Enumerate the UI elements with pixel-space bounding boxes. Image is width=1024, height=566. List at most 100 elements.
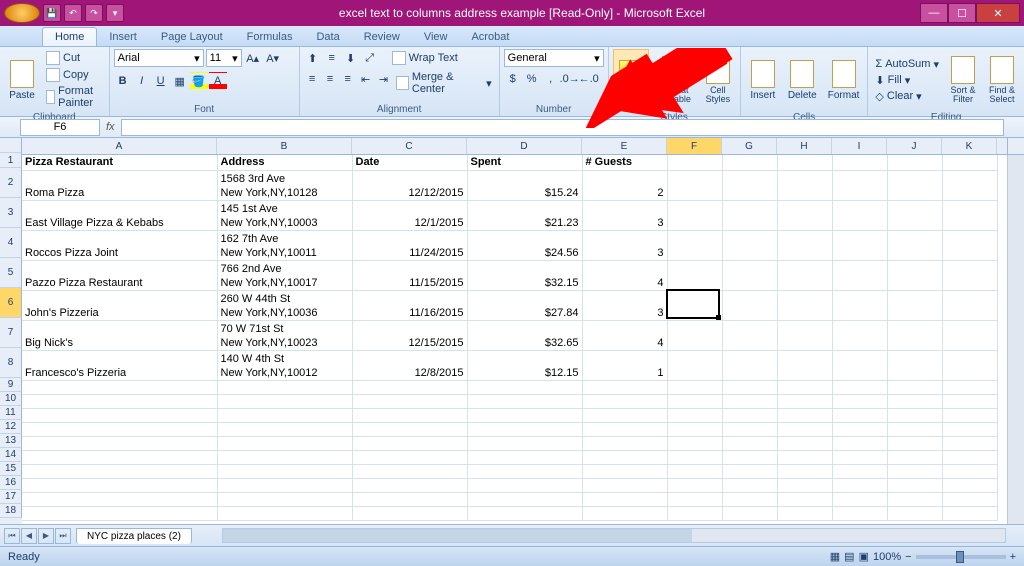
row-header-4[interactable]: 4: [0, 228, 22, 258]
cell[interactable]: [217, 450, 352, 464]
cell[interactable]: $27.84: [467, 290, 582, 320]
row-header-12[interactable]: 12: [0, 420, 22, 434]
cell[interactable]: [22, 492, 217, 506]
cell[interactable]: [667, 350, 722, 380]
cell[interactable]: [667, 394, 722, 408]
view-normal-icon[interactable]: ▦: [830, 550, 840, 563]
cell[interactable]: [722, 478, 777, 492]
cell[interactable]: [667, 170, 722, 200]
cell[interactable]: [777, 350, 832, 380]
cell[interactable]: 70 W 71st StNew York,NY,10023: [217, 320, 352, 350]
cell[interactable]: [722, 170, 777, 200]
row-header-8[interactable]: 8: [0, 348, 22, 378]
cell[interactable]: [887, 200, 942, 230]
cell[interactable]: 1568 3rd AveNew York,NY,10128: [217, 170, 352, 200]
select-all-corner[interactable]: [0, 138, 22, 153]
col-header-H[interactable]: H: [777, 138, 832, 154]
cell[interactable]: [777, 450, 832, 464]
cell[interactable]: [582, 380, 667, 394]
cell[interactable]: [722, 380, 777, 394]
cell[interactable]: [722, 408, 777, 422]
cell[interactable]: [217, 506, 352, 520]
cell[interactable]: [942, 290, 997, 320]
cell[interactable]: [667, 320, 722, 350]
tab-acrobat[interactable]: Acrobat: [459, 28, 521, 46]
cell[interactable]: [832, 408, 887, 422]
currency-button[interactable]: $: [504, 70, 522, 88]
autosum-button[interactable]: ΣAutoSum▾: [872, 57, 942, 72]
cell[interactable]: [217, 478, 352, 492]
cell[interactable]: [722, 260, 777, 290]
cell[interactable]: [217, 422, 352, 436]
split-corner[interactable]: [1007, 138, 1024, 155]
col-header-E[interactable]: E: [582, 138, 667, 154]
cell[interactable]: [722, 436, 777, 450]
align-right-button[interactable]: ≡: [339, 70, 356, 88]
minimize-button[interactable]: —: [920, 3, 948, 23]
cell[interactable]: [942, 200, 997, 230]
number-format-select[interactable]: General▾: [504, 49, 604, 67]
conditional-formatting-button[interactable]: C...: [613, 49, 649, 111]
cell[interactable]: [667, 155, 722, 170]
tab-nav-first[interactable]: ⏮: [4, 528, 20, 544]
cell[interactable]: John's Pizzeria: [22, 290, 217, 320]
tab-nav-last[interactable]: ⏭: [55, 528, 71, 544]
cell[interactable]: Pazzo Pizza Restaurant: [22, 260, 217, 290]
cell[interactable]: $24.56: [467, 230, 582, 260]
view-layout-icon[interactable]: ▤: [844, 550, 854, 563]
qat-undo-icon[interactable]: ↶: [64, 4, 82, 22]
cell[interactable]: [832, 200, 887, 230]
cell[interactable]: [22, 478, 217, 492]
cell[interactable]: [22, 422, 217, 436]
cell[interactable]: [832, 506, 887, 520]
cell[interactable]: [887, 506, 942, 520]
tab-nav-next[interactable]: ▶: [38, 528, 54, 544]
cell[interactable]: [777, 260, 832, 290]
cell[interactable]: [777, 155, 832, 170]
cell[interactable]: [887, 350, 942, 380]
cell[interactable]: [832, 478, 887, 492]
indent-inc-button[interactable]: ⇥: [375, 70, 392, 88]
row-header-17[interactable]: 17: [0, 490, 22, 504]
cell[interactable]: [667, 200, 722, 230]
row-header-1[interactable]: 1: [0, 153, 22, 168]
tab-formulas[interactable]: Formulas: [235, 28, 305, 46]
format-cells-button[interactable]: Format: [824, 49, 864, 111]
cell[interactable]: [217, 394, 352, 408]
orientation-button[interactable]: ⤢: [361, 49, 379, 67]
cell[interactable]: [777, 230, 832, 260]
cell[interactable]: [942, 260, 997, 290]
cell[interactable]: [667, 464, 722, 478]
cell[interactable]: East Village Pizza & Kebabs: [22, 200, 217, 230]
cell[interactable]: [887, 155, 942, 170]
cell[interactable]: [832, 260, 887, 290]
cell[interactable]: [352, 408, 467, 422]
qat-more-icon[interactable]: ▾: [106, 4, 124, 22]
cell[interactable]: [467, 394, 582, 408]
cell[interactable]: [832, 492, 887, 506]
cell[interactable]: 766 2nd AveNew York,NY,10017: [217, 260, 352, 290]
cell[interactable]: [777, 290, 832, 320]
cell[interactable]: 2: [582, 170, 667, 200]
row-header-14[interactable]: 14: [0, 448, 22, 462]
cell[interactable]: [942, 230, 997, 260]
cell[interactable]: [217, 408, 352, 422]
cell[interactable]: [722, 320, 777, 350]
cell[interactable]: [667, 422, 722, 436]
cell[interactable]: [887, 230, 942, 260]
cell[interactable]: [942, 408, 997, 422]
cell[interactable]: [667, 506, 722, 520]
fx-icon[interactable]: fx: [106, 121, 115, 133]
cell[interactable]: [667, 492, 722, 506]
font-name-select[interactable]: Arial▾: [114, 49, 204, 67]
cell[interactable]: [352, 492, 467, 506]
cell[interactable]: [832, 350, 887, 380]
sort-filter-button[interactable]: Sort & Filter: [945, 49, 981, 111]
cell[interactable]: [217, 436, 352, 450]
cell[interactable]: [832, 422, 887, 436]
find-select-button[interactable]: Find & Select: [984, 49, 1020, 111]
cell[interactable]: [722, 290, 777, 320]
percent-button[interactable]: %: [523, 70, 541, 88]
cell[interactable]: [667, 450, 722, 464]
cell[interactable]: [352, 394, 467, 408]
